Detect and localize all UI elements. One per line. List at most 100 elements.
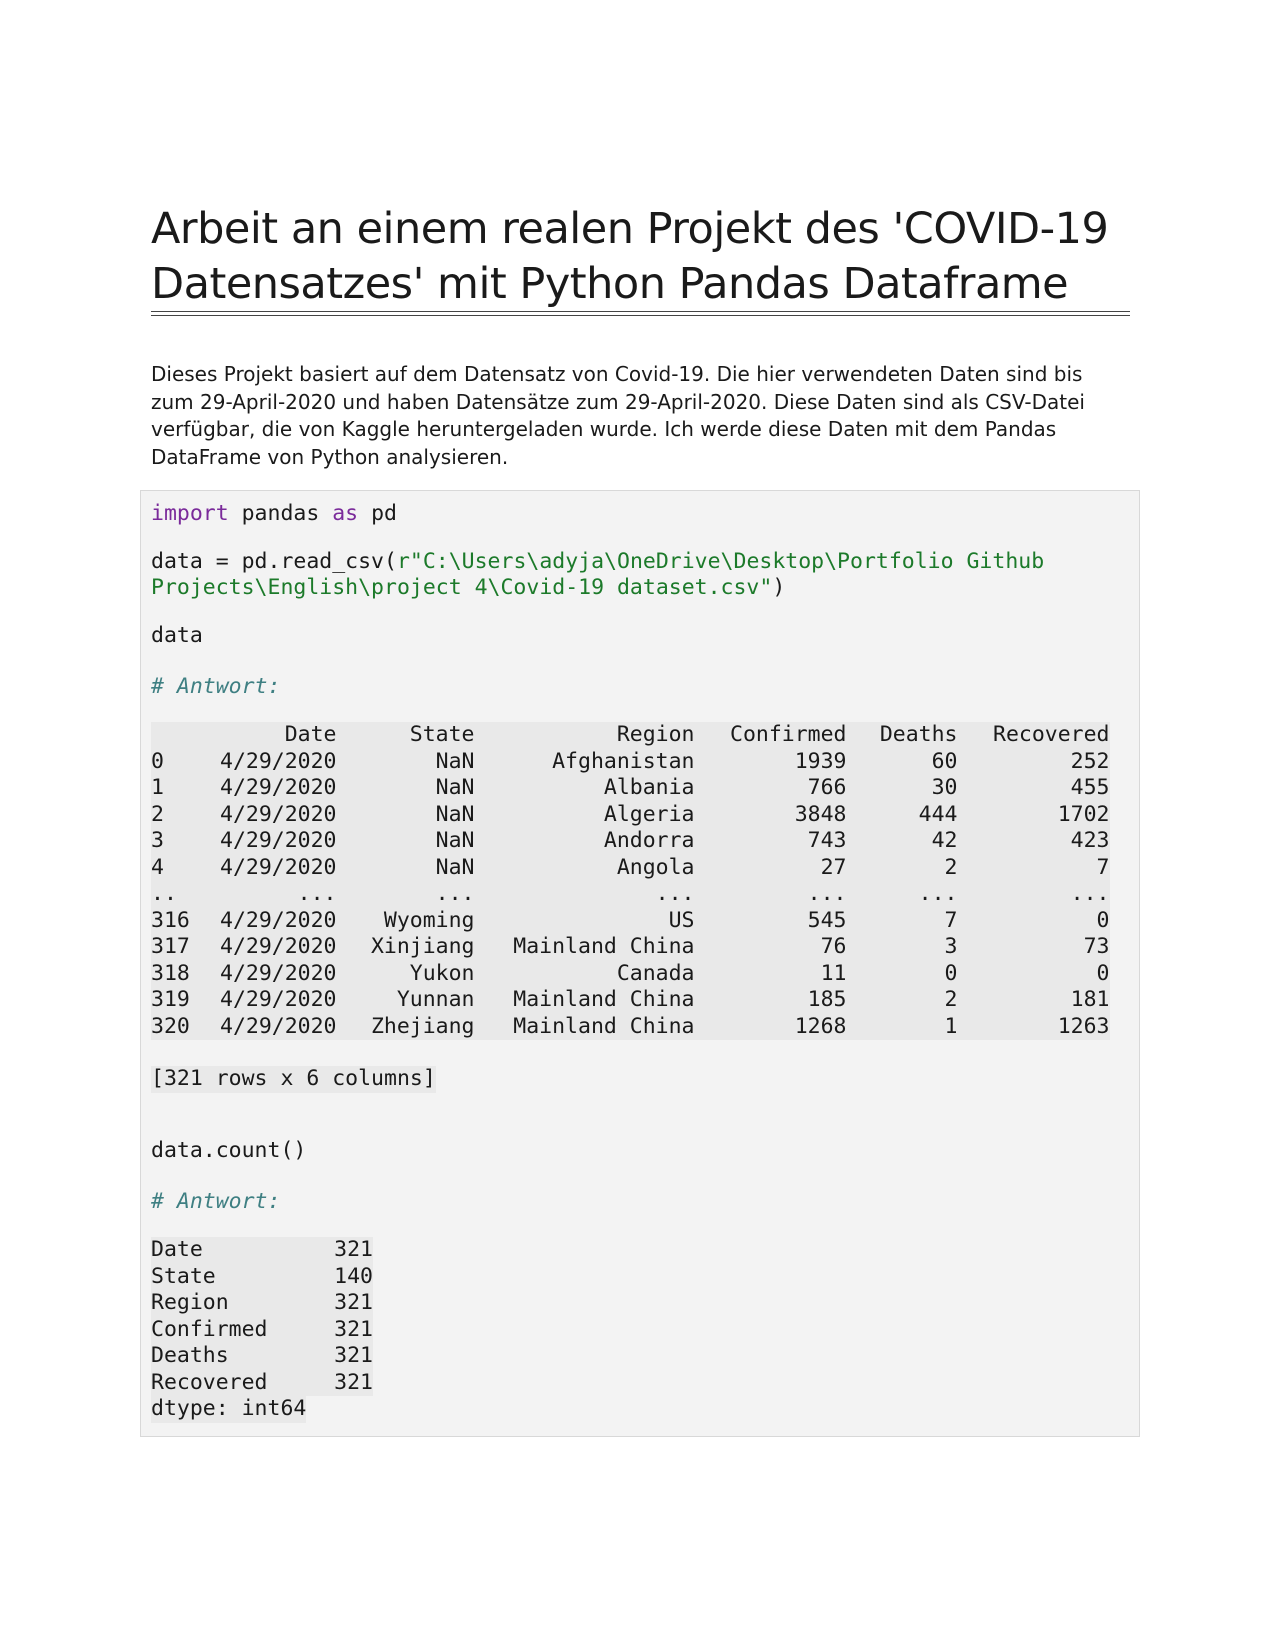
- cell-index: 316: [151, 907, 190, 933]
- cell-region: US: [668, 907, 695, 933]
- cell-index: 3: [151, 828, 164, 853]
- cell-date: 4/29/2020: [220, 960, 337, 986]
- cell-region: ...: [655, 881, 695, 906]
- table-row-ellipsis: .. ... ... ... ... ... ...: [151, 881, 1110, 908]
- table-row: 4 4/29/2020 NaN Angola 27 2 7: [151, 855, 1110, 882]
- dataframe-header-row: Date State Region Confirmed Deaths Recov…: [151, 722, 1110, 749]
- cell-deaths: 7: [944, 907, 958, 933]
- code-read-csv-line-2: Projects\English\project 4\Covid-19 data…: [151, 575, 785, 602]
- column-header-state: State: [409, 722, 475, 747]
- cell-state: Yukon: [409, 960, 475, 986]
- table-row: 2 4/29/2020 NaN Algeria 3848 444 1702: [151, 802, 1110, 829]
- count-output: Date 321 State 140 Region 321 Confirmed 321 …: [151, 1237, 373, 1396]
- cell-recovered: 0: [1096, 960, 1110, 986]
- cell-date: 4/29/2020: [220, 801, 337, 827]
- read-csv-call: data = pd.read_csv(: [151, 549, 397, 574]
- import-alias: pd: [358, 501, 397, 526]
- cell-recovered: 0: [1096, 907, 1110, 933]
- code-comment-answer-1: # Antwort:: [151, 674, 281, 699]
- csv-path-part-1: r"C:\Users\adyja\OneDrive\Desktop\Portfo…: [396, 549, 1045, 574]
- cell-index: 318: [151, 960, 190, 986]
- count-value: 321: [334, 1369, 373, 1395]
- cell-region: Mainland China: [513, 1013, 695, 1039]
- cell-date: 4/29/2020: [220, 1013, 337, 1039]
- code-read-csv-line-1: data = pd.read_csv(r"C:\Users\adyja\OneD…: [151, 549, 1044, 576]
- count-column-name: Recovered: [151, 1369, 268, 1395]
- cell-deaths: 3: [944, 934, 958, 959]
- cell-state: Yunnan: [396, 987, 475, 1012]
- cell-state: NaN: [435, 801, 475, 827]
- document-page: Arbeit an einem realen Projekt des 'COVI…: [0, 0, 1275, 1650]
- table-row: 320 4/29/2020 Zhejiang Mainland China 12…: [151, 1014, 1110, 1041]
- cell-region: Angola: [616, 854, 695, 880]
- count-table: Date 321 State 140 Region 321 Confirmed 321 …: [151, 1237, 373, 1396]
- cell-recovered: 1702: [1057, 801, 1110, 827]
- dtype-note: dtype: int64: [151, 1396, 307, 1423]
- count-column-name: State: [151, 1263, 216, 1289]
- table-row: 317 4/29/2020 Xinjiang Mainland China 76…: [151, 934, 1110, 961]
- cell-index: 4: [151, 854, 164, 880]
- cell-region: Mainland China: [513, 934, 695, 959]
- cell-index: 2: [151, 801, 164, 827]
- cell-date: 4/29/2020: [220, 748, 337, 774]
- code-count-line: data.count(): [151, 1138, 307, 1163]
- cell-state: NaN: [435, 828, 475, 853]
- cell-index: 317: [151, 934, 190, 959]
- count-column-name: Region: [151, 1290, 229, 1315]
- cell-recovered: ...: [1070, 881, 1110, 906]
- cell-index: 319: [151, 987, 190, 1012]
- cell-confirmed: 1268: [794, 1013, 847, 1039]
- cell-recovered: 455: [1070, 775, 1110, 800]
- cell-index: 1: [151, 775, 164, 800]
- cell-confirmed: ...: [807, 881, 847, 906]
- count-value: 321: [334, 1316, 373, 1342]
- cell-state: ...: [435, 881, 475, 906]
- cell-region: Algeria: [603, 801, 695, 827]
- cell-date: 4/29/2020: [220, 907, 337, 933]
- count-value: 321: [334, 1290, 373, 1315]
- intro-paragraph: Dieses Projekt basiert auf dem Datensatz…: [151, 362, 1085, 469]
- column-header-region: Region: [616, 722, 695, 747]
- cell-state: Wyoming: [383, 907, 475, 933]
- cell-deaths: 1: [944, 1013, 958, 1039]
- cell-confirmed: 545: [807, 907, 847, 933]
- table-row: 319 4/29/2020 Yunnan Mainland China 185 …: [151, 987, 1110, 1014]
- count-value: 321: [334, 1237, 373, 1262]
- dataframe-table: Date State Region Confirmed Deaths Recov…: [151, 722, 1110, 1040]
- cell-confirmed: 11: [820, 960, 847, 986]
- cell-index: 0: [151, 748, 164, 774]
- cell-state: Zhejiang: [370, 1013, 475, 1039]
- cell-recovered: 181: [1070, 987, 1110, 1012]
- cell-deaths: 444: [918, 801, 958, 827]
- cell-state: NaN: [435, 775, 475, 800]
- count-column-name: Deaths: [151, 1343, 229, 1368]
- column-header-confirmed: Confirmed: [730, 722, 847, 747]
- cell-date: ...: [297, 881, 337, 906]
- cell-date: 4/29/2020: [220, 775, 337, 800]
- cell-recovered: 423: [1070, 828, 1110, 853]
- count-value: 140: [334, 1263, 373, 1289]
- csv-path-part-2: Projects\English\project 4\Covid-19 data…: [151, 575, 773, 600]
- cell-deaths: 42: [931, 828, 958, 853]
- as-keyword: as: [332, 501, 359, 526]
- table-row: 1 4/29/2020 NaN Albania 766 30 455: [151, 775, 1110, 802]
- cell-recovered: 7: [1096, 854, 1110, 880]
- count-column-name: Confirmed: [151, 1316, 268, 1342]
- column-header-date: Date: [284, 722, 337, 747]
- read-csv-close: ): [772, 575, 786, 600]
- list-item: Date 321: [151, 1237, 373, 1264]
- cell-confirmed: 3848: [794, 801, 847, 827]
- cell-index: ..: [151, 881, 177, 906]
- cell-recovered: 1263: [1057, 1013, 1110, 1039]
- title-underline: [151, 311, 1130, 316]
- table-row: 318 4/29/2020 Yukon Canada 11 0 0: [151, 961, 1110, 988]
- cell-date: 4/29/2020: [220, 828, 337, 853]
- dataframe-shape-note: [321 rows x 6 columns]: [151, 1066, 436, 1093]
- table-row: 3 4/29/2020 NaN Andorra 743 42 423: [151, 828, 1110, 855]
- code-import-line: import pandas as pd: [151, 501, 397, 528]
- cell-region: Afghanistan: [552, 748, 695, 774]
- count-value: 321: [334, 1343, 373, 1368]
- list-item: Region 321: [151, 1290, 373, 1317]
- title-line-1: Arbeit an einem realen Projekt des 'COVI…: [151, 204, 1109, 254]
- cell-deaths: 30: [931, 775, 958, 800]
